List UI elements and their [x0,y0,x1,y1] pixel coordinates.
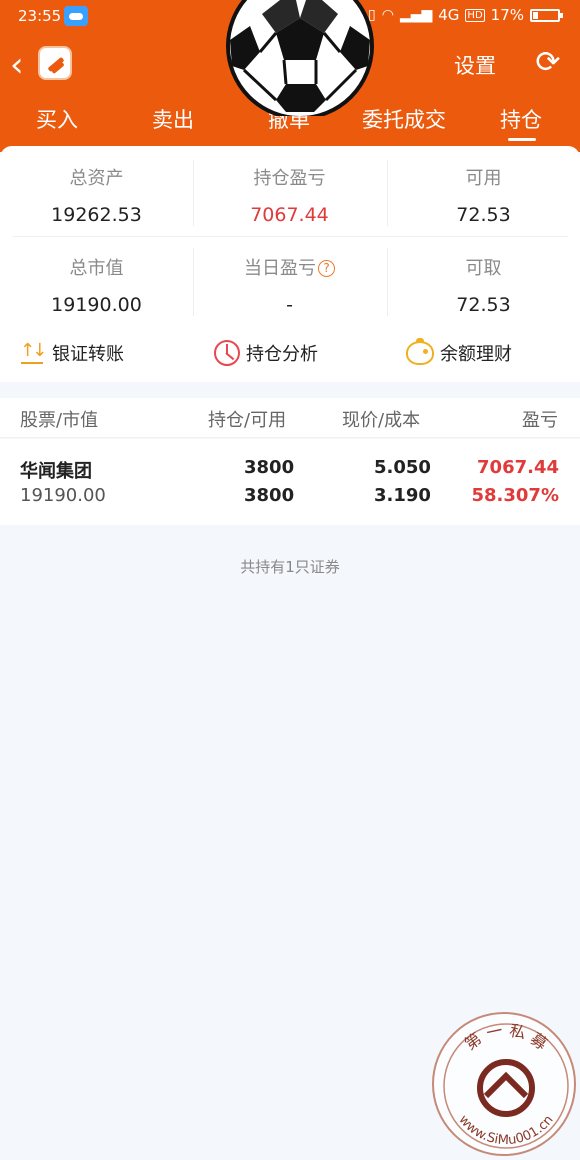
col-profit-loss: 盈亏 [522,410,558,431]
position-analysis-button[interactable]: 持仓分析 [214,340,318,366]
transfer-icon [20,340,46,365]
withdrawable-label: 可取 [465,258,502,279]
withdrawable-cell: 可取 72.53 [387,254,580,316]
available-qty: 3800 [244,485,295,506]
cost-price: 3.190 [374,485,431,506]
balance-wealth-label: 余额理财 [440,344,512,365]
withdrawable-value: 72.53 [456,294,511,316]
stock-market-value: 19190.00 [20,485,106,506]
position-pl-cell: 持仓盈亏 7067.44 [193,164,386,226]
watermark-top-text: 第 一 私 募 [461,1021,551,1054]
table-row[interactable]: 华闻集团 19190.00 3800 3800 5.050 3.190 7067… [0,439,580,525]
current-price: 5.050 [374,457,431,478]
bank-transfer-button[interactable]: 银证转账 [20,340,124,366]
watermark-bottom-text: www.SiMu001.cn [455,1112,556,1148]
total-assets-value: 19262.53 [51,204,142,226]
active-tab-indicator [508,138,536,141]
market-value-value: 19190.00 [51,294,142,316]
col-stock-value: 股票/市值 [20,410,99,431]
position-analysis-label: 持仓分析 [246,344,318,365]
col-price-cost: 现价/成本 [342,410,421,431]
wifi-icon: ◠ [381,7,394,23]
market-value-label: 总市值 [69,258,124,279]
settings-button[interactable]: 设置 [454,50,496,80]
position-pl-label: 持仓盈亏 [253,168,326,189]
bank-transfer-label: 银证转账 [52,344,124,365]
weather-cloud-icon [64,6,88,26]
tab-sell[interactable]: 卖出 [152,104,194,134]
divider [193,248,194,316]
signal-icon: ▂▄▆ [399,7,433,23]
daily-pl-value: - [286,294,293,316]
header-bar: 23:55 ▯ ◠ ▂▄▆ 4G HD 17% ‹ 设置 ⟳ 买入 卖出 撤单 … [0,0,580,152]
watermark-stamp: 第 一 私 募 www.SiMu001.cn [432,1012,576,1156]
profit-percent: 58.307% [471,485,560,506]
divider [193,160,194,226]
market-value-cell: 总市值 19190.00 [0,254,193,316]
piggy-bank-icon [406,338,434,365]
daily-pl-cell: 当日盈亏? - [193,254,386,316]
divider [12,236,568,237]
stock-name: 华闻集团 [20,461,92,482]
holdings-count: 共持有1只证券 [240,558,340,576]
network-type: 4G [438,6,460,24]
balance-wealth-button[interactable]: 余额理财 [406,338,512,366]
available-label: 可用 [465,168,502,189]
col-holding-available: 持仓/可用 [208,410,287,431]
hd-badge: HD [465,8,485,22]
soccer-ball-sticker [226,0,374,116]
battery-icon [530,8,563,22]
position-pl-value: 7067.44 [250,204,329,226]
tab-positions[interactable]: 持仓 [500,104,542,134]
app-logo [38,46,72,80]
total-assets-cell: 总资产 19262.53 [0,164,193,226]
asset-summary-card: 总资产 19262.53 持仓盈亏 7067.44 可用 72.53 总市值 1… [0,146,580,382]
pie-chart-icon [214,340,240,366]
daily-pl-label: 当日盈亏? [193,254,386,280]
tab-buy[interactable]: 买入 [36,104,78,134]
holding-qty: 3800 [244,457,295,478]
refresh-icon[interactable]: ⟳ [532,47,564,79]
available-value: 72.53 [456,204,511,226]
total-assets-label: 总资产 [69,168,124,189]
help-icon[interactable]: ? [318,260,335,277]
back-icon[interactable]: ‹ [10,48,24,82]
divider [387,248,388,316]
divider [387,160,388,226]
profit-amount: 7067.44 [477,457,559,478]
daily-pl-label-text: 当日盈亏 [244,258,316,279]
available-cell: 可用 72.53 [387,164,580,226]
battery-percent: 17% [490,6,524,24]
status-time: 23:55 [18,7,62,25]
positions-table-header: 股票/市值 持仓/可用 现价/成本 盈亏 [0,398,580,438]
